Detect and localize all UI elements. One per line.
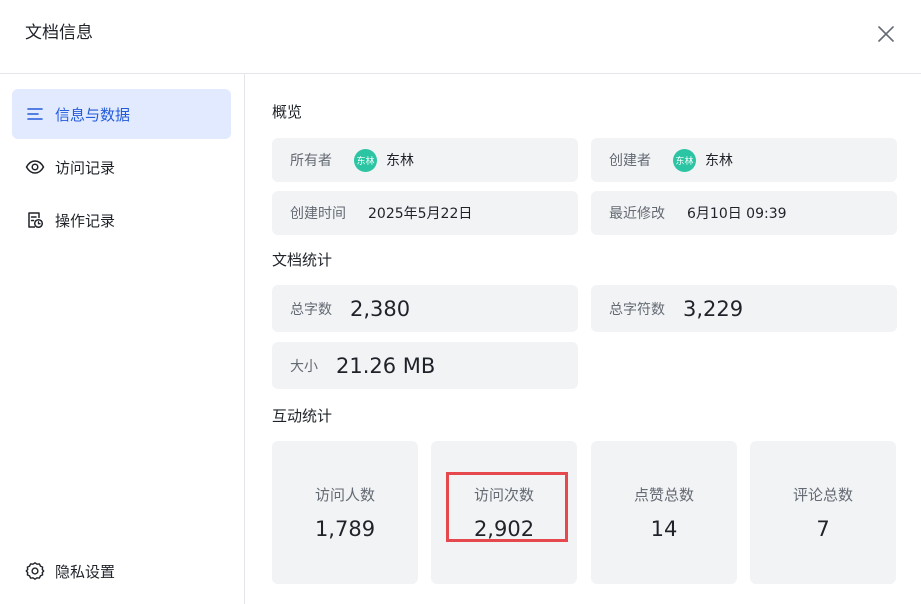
main-content: 概览 所有者 东林 东林 创建者 东林 东林 创建时间 2025年5月22日 最… <box>246 74 921 604</box>
char-count-value: 3,229 <box>683 296 744 321</box>
word-count-card: 总字数 2,380 <box>272 285 578 332</box>
sidebar-item-privacy-settings[interactable]: 隐私设置 <box>12 546 231 596</box>
sidebar: 信息与数据 访问记录 操作记录 隐私设置 <box>0 74 245 604</box>
owner-name[interactable]: 东林 <box>386 150 414 170</box>
section-title-overview: 概览 <box>272 103 303 121</box>
section-title-doc-stats: 文档统计 <box>272 251 333 269</box>
creator-label: 创建者 <box>609 153 651 169</box>
likes-label: 点赞总数 <box>633 486 694 504</box>
visits-label: 访问次数 <box>473 486 534 504</box>
likes-card: 点赞总数 14 <box>591 441 737 584</box>
sidebar-item-label: 访问记录 <box>55 158 116 177</box>
word-count-label: 总字数 <box>290 301 332 318</box>
comments-label: 评论总数 <box>792 486 853 504</box>
eye-icon <box>25 157 45 177</box>
sidebar-item-info-data[interactable]: 信息与数据 <box>12 89 231 139</box>
created-time-label: 创建时间 <box>290 206 346 222</box>
char-count-label: 总字符数 <box>609 301 665 318</box>
comments-value: 7 <box>816 517 830 541</box>
modified-time-card: 最近修改 6月10日 09:39 <box>591 191 897 235</box>
sidebar-item-operation-log[interactable]: 操作记录 <box>12 195 231 245</box>
modified-time-value: 6月10日 09:39 <box>687 206 787 222</box>
sidebar-item-label: 操作记录 <box>55 211 116 230</box>
creator-card: 创建者 东林 东林 <box>591 138 897 182</box>
gear-icon <box>25 561 45 581</box>
file-size-value: 21.26 MB <box>336 353 436 378</box>
sidebar-item-label: 隐私设置 <box>55 562 116 581</box>
visitors-card: 访问人数 1,789 <box>272 441 418 584</box>
visitors-value: 1,789 <box>314 517 376 541</box>
dialog-header: 文档信息 <box>0 0 921 74</box>
visits-value: 2,902 <box>473 517 535 541</box>
document-history-icon <box>25 210 45 230</box>
file-size-card: 大小 21.26 MB <box>272 342 578 389</box>
modified-time-label: 最近修改 <box>609 206 665 222</box>
likes-value: 14 <box>650 517 678 541</box>
close-icon <box>878 26 894 42</box>
list-icon <box>25 104 45 124</box>
avatar[interactable]: 东林 <box>673 148 696 172</box>
word-count-value: 2,380 <box>350 296 411 321</box>
owner-label: 所有者 <box>290 153 332 169</box>
comments-card: 评论总数 7 <box>750 441 896 584</box>
created-time-value: 2025年5月22日 <box>368 206 473 222</box>
visitors-label: 访问人数 <box>314 486 375 504</box>
avatar[interactable]: 东林 <box>354 148 377 172</box>
close-button[interactable] <box>872 20 900 48</box>
visits-card: 访问次数 2,902 <box>431 441 577 584</box>
sidebar-item-label: 信息与数据 <box>55 105 131 124</box>
created-time-card: 创建时间 2025年5月22日 <box>272 191 578 235</box>
creator-name[interactable]: 东林 <box>705 150 733 170</box>
char-count-card: 总字符数 3,229 <box>591 285 897 332</box>
sidebar-item-access-log[interactable]: 访问记录 <box>12 142 231 192</box>
file-size-label: 大小 <box>290 358 318 375</box>
dialog-title: 文档信息 <box>25 23 93 43</box>
owner-card: 所有者 东林 东林 <box>272 138 578 182</box>
section-title-interaction: 互动统计 <box>272 407 333 425</box>
